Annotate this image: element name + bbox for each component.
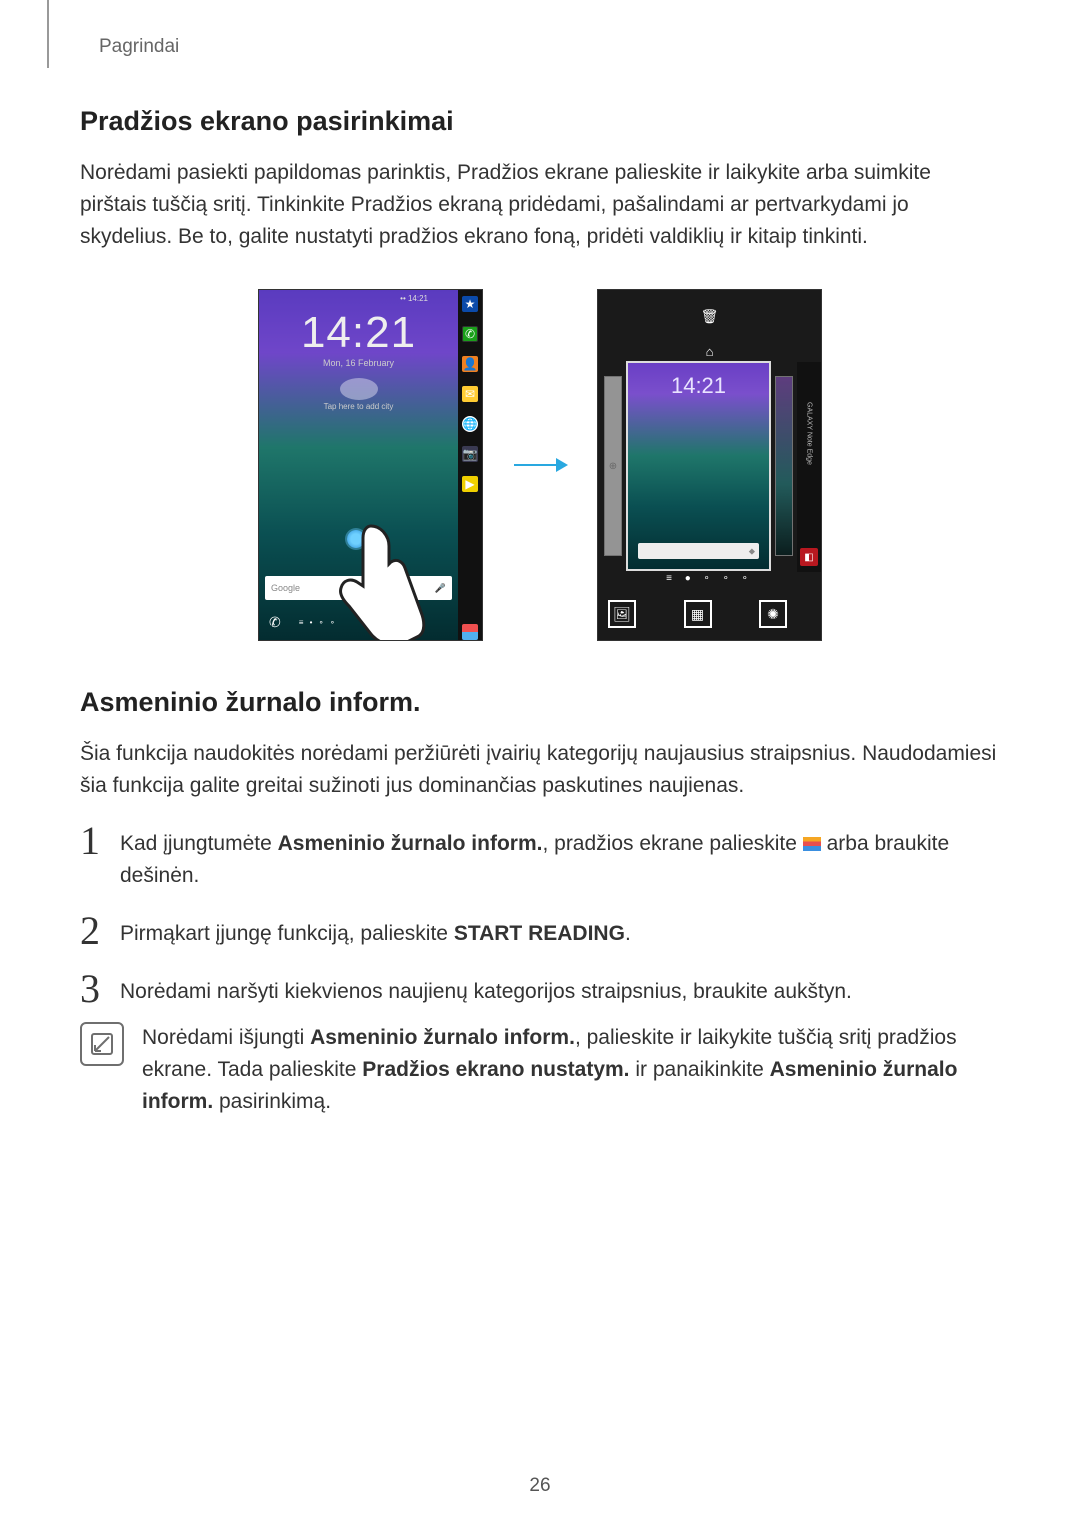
star-icon[interactable]: ★ bbox=[462, 296, 478, 312]
step2-part-a: Pirmąkart įjungę funkciją, palieskite bbox=[120, 922, 454, 945]
mini-clock: 14:21 bbox=[628, 373, 769, 399]
home-screen-bg: •• 14:21 14:21 Mon, 16 February Tap here… bbox=[259, 290, 458, 640]
mini-mic-icon: ⬥ bbox=[749, 546, 755, 557]
step-3: 3 Norėdami naršyti kiekvienos naujienų k… bbox=[80, 972, 1000, 1008]
page-margin-line bbox=[47, 0, 49, 68]
contact-icon[interactable]: 👤 bbox=[462, 356, 478, 372]
mini-search-bar bbox=[638, 543, 759, 559]
phone-mock-edit: 🗑 ⌂ ⊕ 14:21 ⬥ GALAXY Note Edge ◧ ≡ ● ∘ ∘… bbox=[597, 289, 822, 641]
panel-preview-main[interactable]: 14:21 ⬥ bbox=[626, 361, 771, 571]
feed-stripes-icon bbox=[803, 837, 821, 851]
phone-mock-home: •• 14:21 14:21 Mon, 16 February Tap here… bbox=[258, 289, 483, 641]
figure-row: •• 14:21 14:21 Mon, 16 February Tap here… bbox=[80, 289, 1000, 641]
step-3-text: Norėdami naršyti kiekvienos naujienų kat… bbox=[120, 972, 1000, 1008]
home-icon[interactable]: ⌂ bbox=[706, 344, 714, 359]
settings-gear-icon[interactable]: ✺ bbox=[759, 600, 787, 628]
step-number-2: 2 bbox=[80, 914, 120, 948]
step1-bold: Asmeninio žurnalo inform. bbox=[278, 832, 543, 855]
step1-part-a: Kad įjungtumėte bbox=[120, 832, 278, 855]
date-label: Mon, 16 February bbox=[259, 358, 458, 368]
edge-panel-label-strip: GALAXY Note Edge bbox=[797, 362, 821, 572]
edge-panel: ★ ✆ 👤 ✉ 🌐 📷 ▶ bbox=[458, 290, 482, 640]
wallpaper-icon[interactable]: 🖼 bbox=[608, 600, 636, 628]
header-section-label: Pagrindai bbox=[99, 36, 179, 58]
phone-dock-icon[interactable]: ✆ bbox=[269, 614, 281, 631]
section2-title: Asmeninio žurnalo inform. bbox=[80, 687, 1000, 718]
weather-hint: Tap here to add city bbox=[324, 402, 394, 411]
camera-icon[interactable]: 📷 bbox=[462, 446, 478, 462]
step-2-text: Pirmąkart įjungę funkciją, palieskite ST… bbox=[120, 914, 1000, 950]
step2-bold: START READING bbox=[454, 922, 625, 945]
edit-screen-bg: 🗑 ⌂ ⊕ 14:21 ⬥ GALAXY Note Edge ◧ ≡ ● ∘ ∘… bbox=[598, 290, 821, 640]
globe-icon[interactable]: 🌐 bbox=[462, 416, 478, 432]
page-dots: ≡ ● ∘ ∘ ∘ bbox=[598, 573, 821, 584]
note-icon bbox=[80, 1022, 124, 1066]
play-store-icon[interactable]: ▶ bbox=[462, 476, 478, 492]
step1-part-c: , pradžios ekrane palieskite bbox=[542, 832, 802, 855]
microphone-icon: 🎤 bbox=[435, 583, 446, 594]
weather-icon bbox=[340, 378, 378, 400]
note-e: ir panaikinkite bbox=[630, 1058, 770, 1081]
message-icon[interactable]: ✉ bbox=[462, 386, 478, 402]
hand-gesture-icon bbox=[313, 516, 433, 641]
section1-title: Pradžios ekrano pasirinkimai bbox=[80, 106, 1000, 137]
search-placeholder: Google bbox=[271, 583, 300, 593]
section2: Asmeninio žurnalo inform. Šia funkcija n… bbox=[80, 687, 1000, 1118]
arrow-right-icon bbox=[511, 464, 569, 466]
edit-actions: 🖼 ▦ ✺ bbox=[608, 600, 787, 628]
section1-paragraph: Norėdami pasiekti papildomas parinktis, … bbox=[80, 157, 1000, 253]
apps-grid-icon[interactable] bbox=[462, 624, 478, 640]
step-1-text: Kad įjungtumėte Asmeninio žurnalo inform… bbox=[120, 824, 1000, 892]
status-bar: •• 14:21 bbox=[400, 294, 428, 303]
edge-label-text: GALAXY Note Edge bbox=[806, 402, 813, 465]
note-box: Norėdami išjungti Asmeninio žurnalo info… bbox=[80, 1022, 1000, 1118]
step-2: 2 Pirmąkart įjungę funkciją, palieskite … bbox=[80, 914, 1000, 950]
phone-icon[interactable]: ✆ bbox=[462, 326, 478, 342]
note-a: Norėdami išjungti bbox=[142, 1026, 310, 1049]
page-number: 26 bbox=[0, 1475, 1080, 1497]
step-number-3: 3 bbox=[80, 972, 120, 1006]
widgets-icon[interactable]: ▦ bbox=[684, 600, 712, 628]
edge-panel-icon[interactable]: ◧ bbox=[800, 548, 818, 566]
step2-part-c: . bbox=[625, 922, 631, 945]
step-number-1: 1 bbox=[80, 824, 120, 858]
trash-icon[interactable]: 🗑 bbox=[701, 308, 719, 325]
note-g: pasirinkimą. bbox=[213, 1090, 331, 1113]
note-b: Asmeninio žurnalo inform. bbox=[310, 1026, 575, 1049]
note-text: Norėdami išjungti Asmeninio žurnalo info… bbox=[142, 1022, 1000, 1118]
section2-paragraph: Šia funkcija naudokitės norėdami peržiūr… bbox=[80, 738, 1000, 802]
clock-widget: 14:21 bbox=[259, 308, 458, 358]
page-content: Pradžios ekrano pasirinkimai Norėdami pa… bbox=[80, 106, 1000, 1118]
note-d: Pradžios ekrano nustatym. bbox=[362, 1058, 629, 1081]
plus-panel-icon[interactable]: ⊕ bbox=[604, 376, 622, 556]
panel-preview-next[interactable] bbox=[775, 376, 793, 556]
step-1: 1 Kad įjungtumėte Asmeninio žurnalo info… bbox=[80, 824, 1000, 892]
panel-carousel: ⊕ 14:21 ⬥ bbox=[604, 362, 793, 570]
